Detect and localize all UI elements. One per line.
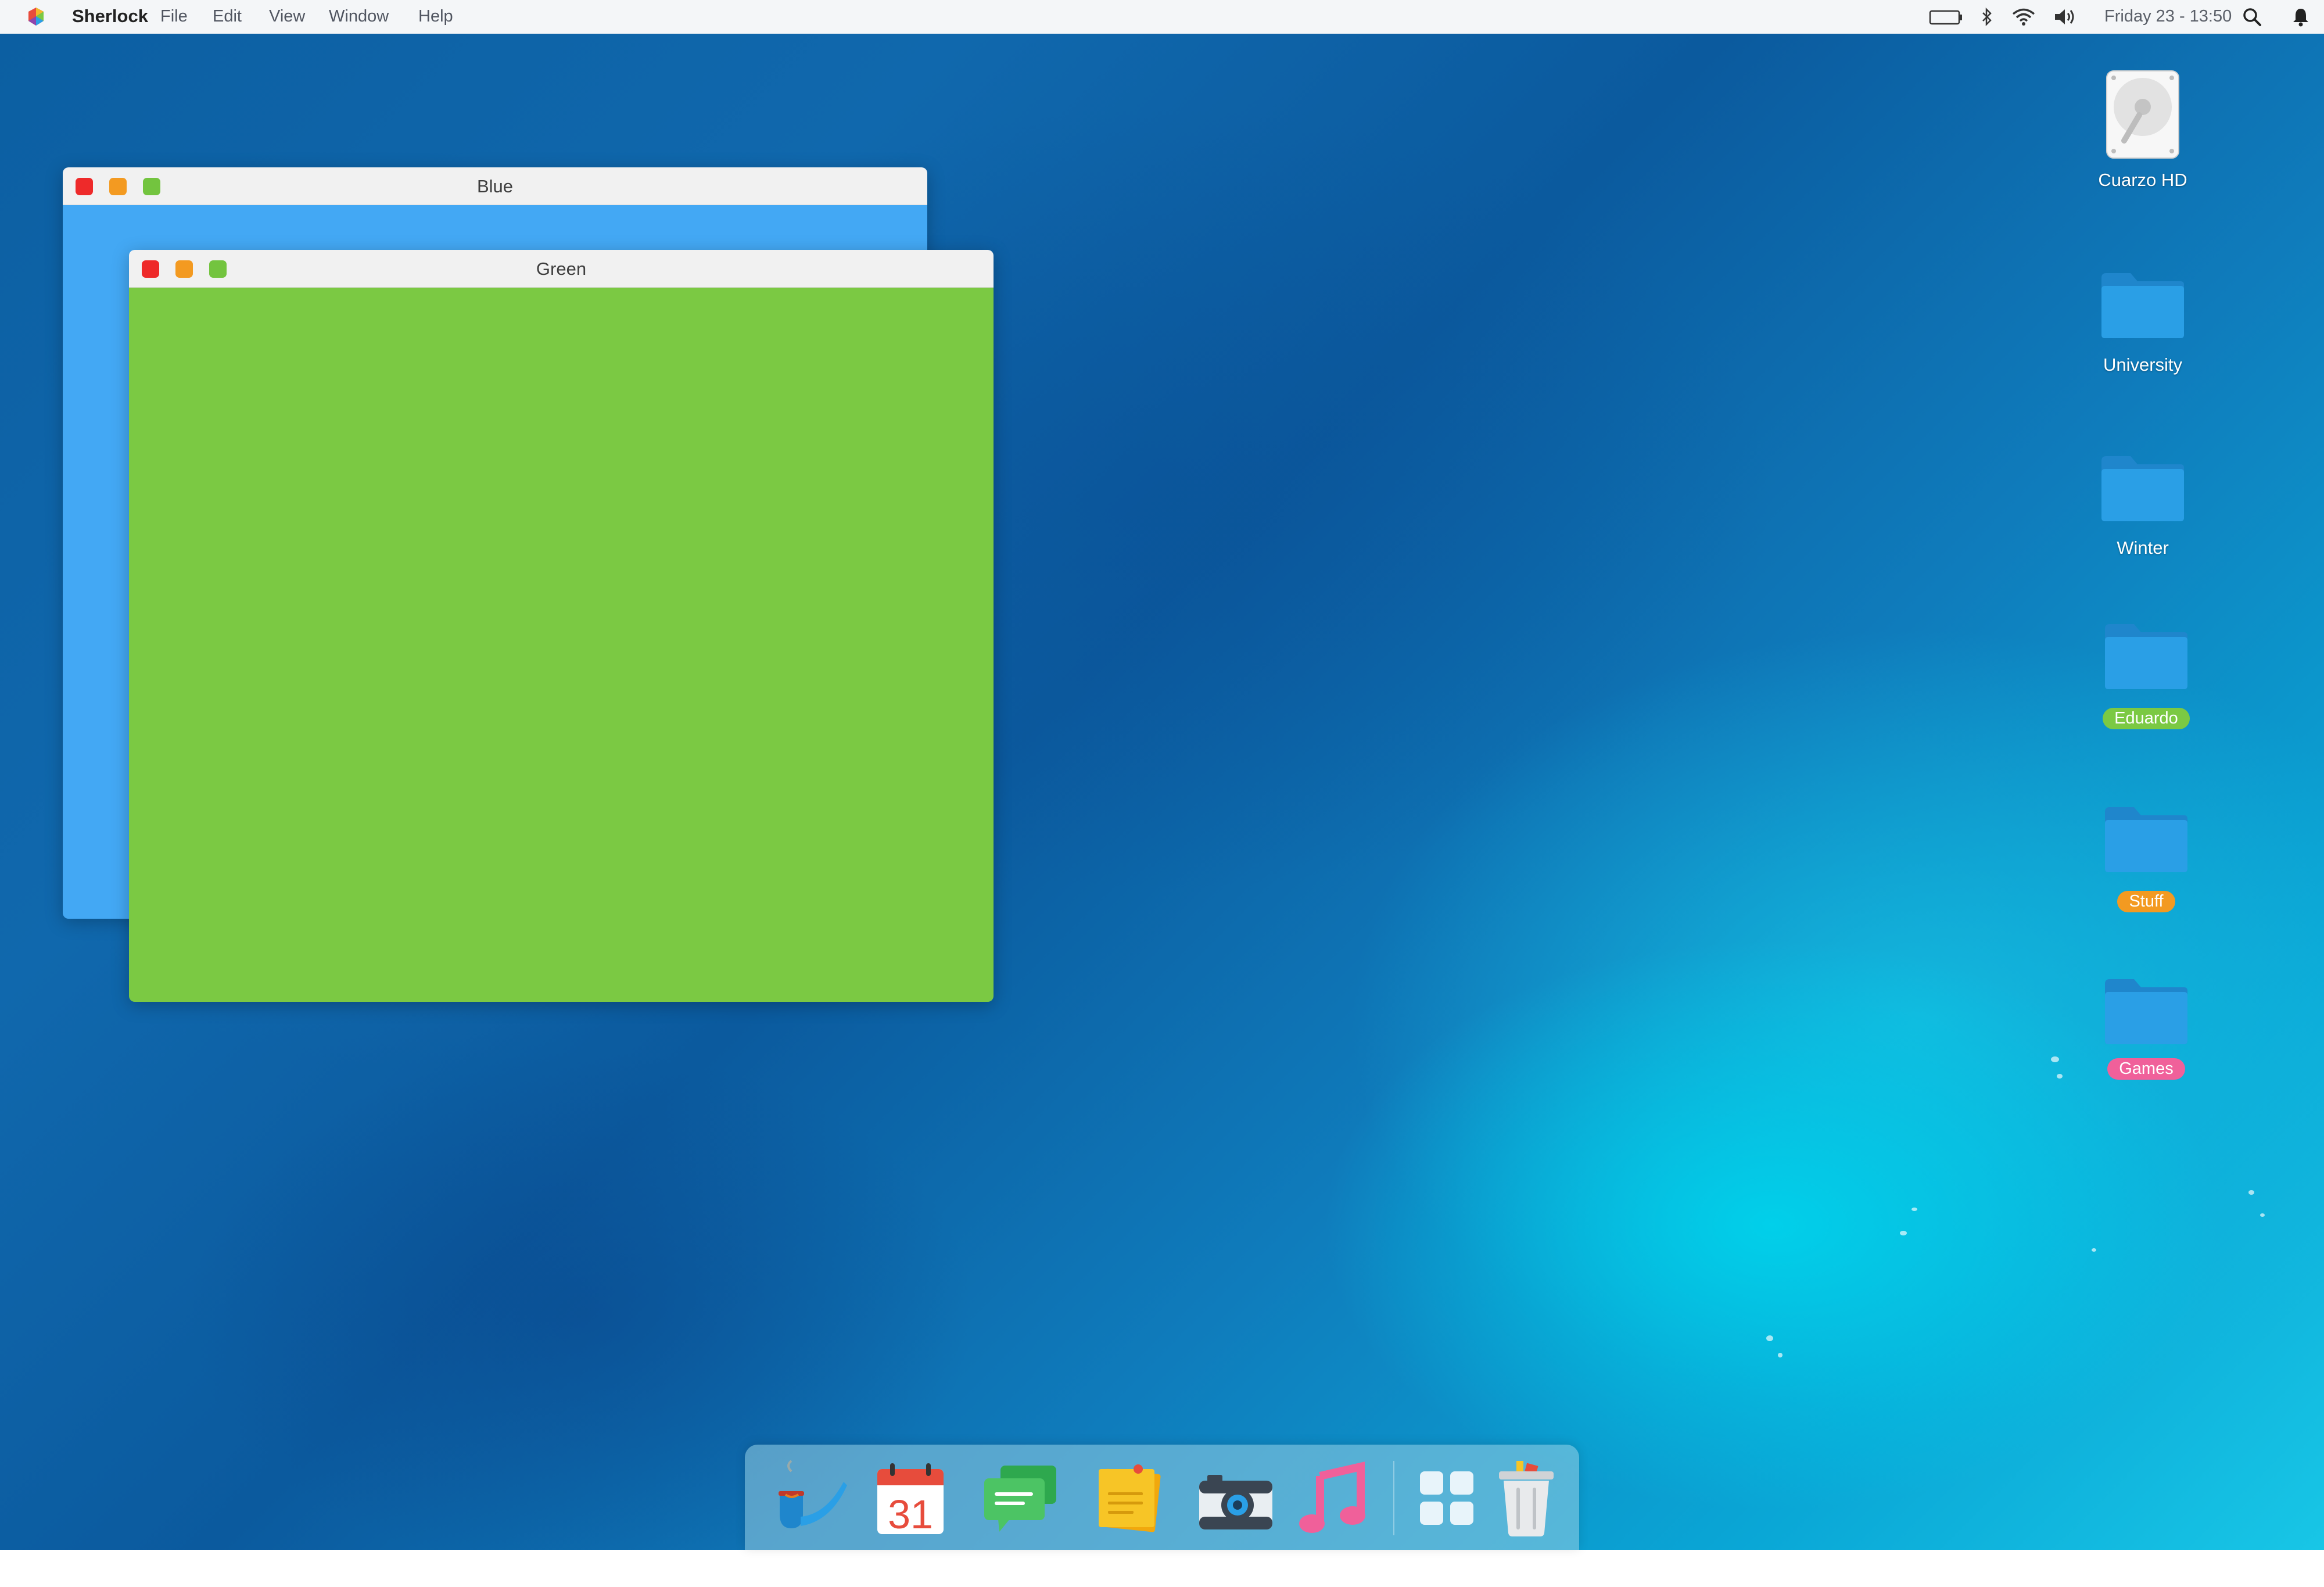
search-icon[interactable] bbox=[2241, 7, 2262, 27]
window-titlebar[interactable]: Green bbox=[129, 250, 994, 288]
trash-icon[interactable] bbox=[1483, 1459, 1570, 1540]
wave-foam bbox=[2260, 1213, 2265, 1217]
wave-foam bbox=[1911, 1208, 1917, 1211]
active-app-name[interactable]: Sherlock bbox=[72, 6, 148, 27]
desktop-icon-winter[interactable]: Winter bbox=[2073, 455, 2212, 558]
system-logo-icon[interactable] bbox=[26, 6, 46, 27]
desktop-icon-label: Stuff bbox=[2117, 891, 2175, 912]
window-titlebar[interactable]: Blue bbox=[63, 167, 927, 205]
desktop-icon-label: Eduardo bbox=[2103, 708, 2190, 729]
wave-foam bbox=[1900, 1231, 1907, 1235]
dock: 31 bbox=[745, 1445, 1579, 1550]
desktop-icon-label: University bbox=[2103, 354, 2183, 375]
desktop-icon-label: Games bbox=[2107, 1058, 2185, 1080]
wave-foam bbox=[2248, 1190, 2254, 1195]
folder-icon bbox=[2101, 273, 2184, 338]
desktop-icon-label: Cuarzo HD bbox=[2098, 170, 2187, 190]
sherlock-pipe-icon[interactable] bbox=[762, 1459, 849, 1540]
folder-icon bbox=[2105, 624, 2187, 689]
desktop-icon-games[interactable]: Games bbox=[2076, 978, 2216, 1080]
wave-foam bbox=[2092, 1248, 2096, 1252]
volume-icon[interactable] bbox=[2053, 7, 2078, 27]
folder-icon bbox=[2101, 456, 2184, 521]
menu-window[interactable]: Window bbox=[329, 7, 389, 26]
notes-icon[interactable] bbox=[1085, 1459, 1172, 1540]
music-icon[interactable] bbox=[1289, 1459, 1376, 1540]
messages-icon[interactable] bbox=[976, 1459, 1063, 1540]
launcher-grid-icon[interactable] bbox=[1403, 1459, 1490, 1540]
menu-file[interactable]: File bbox=[160, 7, 188, 26]
wave-foam bbox=[2057, 1074, 2063, 1079]
camera-icon[interactable] bbox=[1192, 1459, 1279, 1540]
desktop-icon-eduardo[interactable]: Eduardo bbox=[2076, 623, 2216, 729]
battery-icon[interactable] bbox=[1929, 7, 1964, 27]
window-title: Blue bbox=[476, 176, 514, 196]
menu-edit[interactable]: Edit bbox=[213, 7, 242, 26]
wave-foam bbox=[1778, 1353, 1783, 1357]
hard-drive-icon bbox=[2106, 70, 2179, 159]
desktop-icon-cuarzo-hd[interactable]: Cuarzo HD bbox=[2073, 69, 2212, 191]
desktop-icon-stuff[interactable]: Stuff bbox=[2076, 806, 2216, 912]
folder-icon bbox=[2105, 979, 2187, 1044]
wave-foam bbox=[1766, 1335, 1773, 1341]
desktop-icon-label: Winter bbox=[2117, 538, 2169, 558]
menubar-clock[interactable]: Friday 23 - 13:50 bbox=[2104, 7, 2232, 26]
folder-icon bbox=[2105, 807, 2187, 872]
menu-view[interactable]: View bbox=[269, 7, 305, 26]
bluetooth-icon[interactable] bbox=[1980, 7, 1994, 27]
desktop-icon-university[interactable]: University bbox=[2073, 272, 2212, 375]
window-green[interactable]: Green bbox=[129, 250, 994, 1002]
menu-bar: Sherlock File Edit View Window Help Frid… bbox=[0, 0, 2324, 34]
notification-bell-icon[interactable] bbox=[2291, 7, 2310, 27]
menu-help[interactable]: Help bbox=[418, 7, 453, 26]
window-title: Green bbox=[536, 259, 587, 279]
window-content[interactable] bbox=[129, 288, 994, 1002]
wifi-icon[interactable] bbox=[2011, 7, 2036, 27]
calendar-day: 31 bbox=[888, 1492, 933, 1537]
wave-foam bbox=[2051, 1056, 2059, 1062]
dock-separator bbox=[1393, 1461, 1394, 1535]
